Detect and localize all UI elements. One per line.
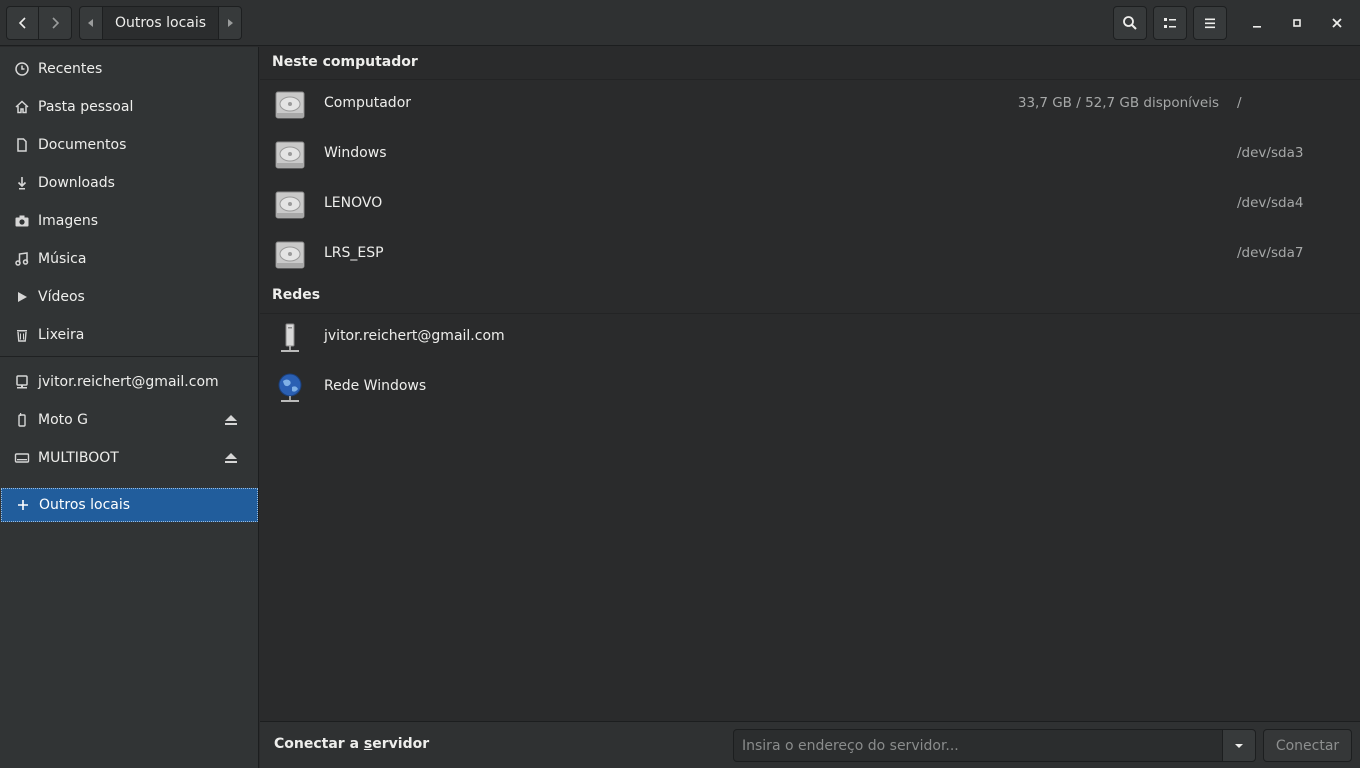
place-name: LENOVO [324,195,383,211]
plus-icon [15,497,31,513]
path-label: Outros locais [114,15,207,31]
sidebar-item-label: Imagens [38,213,99,229]
clock-icon [14,61,30,77]
camera-icon [14,213,30,229]
place-name: Computador [324,95,412,111]
harddisk-icon [275,241,305,269]
connect-label-part: ervidor [372,736,430,752]
places-view: Neste computador Computador 33,7 GB / 52… [260,47,1360,721]
sidebar-item-label: Outros locais [39,497,131,513]
place-path: /dev/sda3 [1237,145,1304,161]
phone-icon [14,412,30,428]
forward-button[interactable] [38,6,72,40]
sidebar-item-outros-locais[interactable]: Outros locais [1,488,258,522]
place-name: LRS_ESP [324,245,384,261]
sidebar-item-documentos[interactable]: Documentos [0,126,259,164]
path-button-other-locations[interactable]: Outros locais [102,6,219,40]
sidebar-item-lixeira[interactable]: Lixeira [0,316,259,354]
trash-icon [14,327,30,343]
sidebar-item-imagens[interactable]: Imagens [0,202,259,240]
sidebar-item-label: Pasta pessoal [38,99,134,115]
sidebar: Recentes Pasta pessoal Documentos Downlo… [0,47,259,768]
harddisk-icon [275,91,305,119]
sidebar-item-label: Moto G [38,412,88,428]
network-account-icon [14,374,30,390]
drive-icon [14,450,30,466]
close-button[interactable] [1320,6,1354,40]
maximize-icon [1293,19,1301,27]
search-icon [1123,16,1137,30]
maximize-button[interactable] [1280,6,1314,40]
minimize-button[interactable] [1240,6,1274,40]
network-globe-icon [278,373,302,402]
sidebar-item-label: Downloads [38,175,115,191]
sidebar-item-label: Música [38,251,87,267]
harddisk-icon [275,191,305,219]
close-icon [1332,18,1342,28]
chevron-left-icon [18,17,26,29]
triangle-right-icon [228,19,233,27]
document-icon [14,137,30,153]
place-path: /dev/sda7 [1237,245,1304,261]
view-toggle-button[interactable] [1153,6,1187,40]
sidebar-item-recentes[interactable]: Recentes [0,50,259,88]
sidebar-item-network-account[interactable]: jvitor.reichert@gmail.com [0,363,259,401]
eject-icon[interactable] [223,450,239,466]
minimize-icon [1253,26,1261,28]
sidebar-item-videos[interactable]: Vídeos [0,278,259,316]
sidebar-item-musica[interactable]: Música [0,240,259,278]
sidebar-separator [0,356,259,357]
sidebar-item-label: Vídeos [38,289,85,305]
sidebar-item-label: MULTIBOOT [38,450,119,466]
music-icon [14,251,30,267]
section-title-networks: Redes [272,287,321,303]
list-view-icon [1164,18,1176,28]
chevron-down-icon [1235,743,1243,748]
sidebar-item-moto-g[interactable]: Moto G [0,401,259,439]
search-button[interactable] [1113,6,1147,40]
header-bar: Outros locais [0,0,1360,46]
path-scroll-right-button[interactable] [218,6,242,40]
home-icon [14,99,30,115]
list-item[interactable]: Computador 33,7 GB / 52,7 GB disponíveis… [260,80,1360,130]
list-item[interactable]: jvitor.reichert@gmail.com [260,313,1360,363]
connect-to-server-bar: Conectar a servidor Conectar [260,721,1360,768]
download-icon [14,175,30,191]
network-server-icon [281,323,299,352]
harddisk-icon [275,141,305,169]
hamburger-menu-icon [1205,18,1215,29]
triangle-left-icon [88,19,93,27]
back-button[interactable] [6,6,39,40]
place-path: /dev/sda4 [1237,195,1304,211]
path-scroll-left-button[interactable] [79,6,103,40]
sidebar-item-label: Documentos [38,137,127,153]
place-name: jvitor.reichert@gmail.com [324,328,505,344]
video-icon [14,289,30,305]
place-name: Windows [324,145,387,161]
eject-icon[interactable] [223,412,239,428]
chevron-right-icon [52,17,60,29]
place-path: / [1237,95,1242,111]
server-address-input[interactable] [733,729,1223,762]
sidebar-item-label: Recentes [38,61,103,77]
sidebar-item-downloads[interactable]: Downloads [0,164,259,202]
sidebar-item-multiboot[interactable]: MULTIBOOT [0,439,259,477]
connect-label-part: Conectar a [274,736,364,752]
list-item[interactable]: LENOVO /dev/sda4 [260,180,1360,230]
server-history-dropdown-button[interactable] [1222,729,1256,762]
sidebar-item-label: jvitor.reichert@gmail.com [38,374,219,390]
connect-button[interactable]: Conectar [1263,729,1352,762]
connect-label-mnemonic: s [363,736,373,752]
sidebar-item-label: Lixeira [38,327,85,343]
list-item[interactable]: Windows /dev/sda3 [260,130,1360,180]
sidebar-item-pasta-pessoal[interactable]: Pasta pessoal [0,88,259,126]
place-name: Rede Windows [324,378,427,394]
menu-button[interactable] [1193,6,1227,40]
list-item[interactable]: Rede Windows [260,363,1360,413]
section-title-this-computer: Neste computador [272,54,418,70]
connect-to-server-label: Conectar a servidor [274,736,429,752]
list-item[interactable]: LRS_ESP /dev/sda7 [260,230,1360,280]
place-free-space: 33,7 GB / 52,7 GB disponíveis [1017,95,1219,111]
